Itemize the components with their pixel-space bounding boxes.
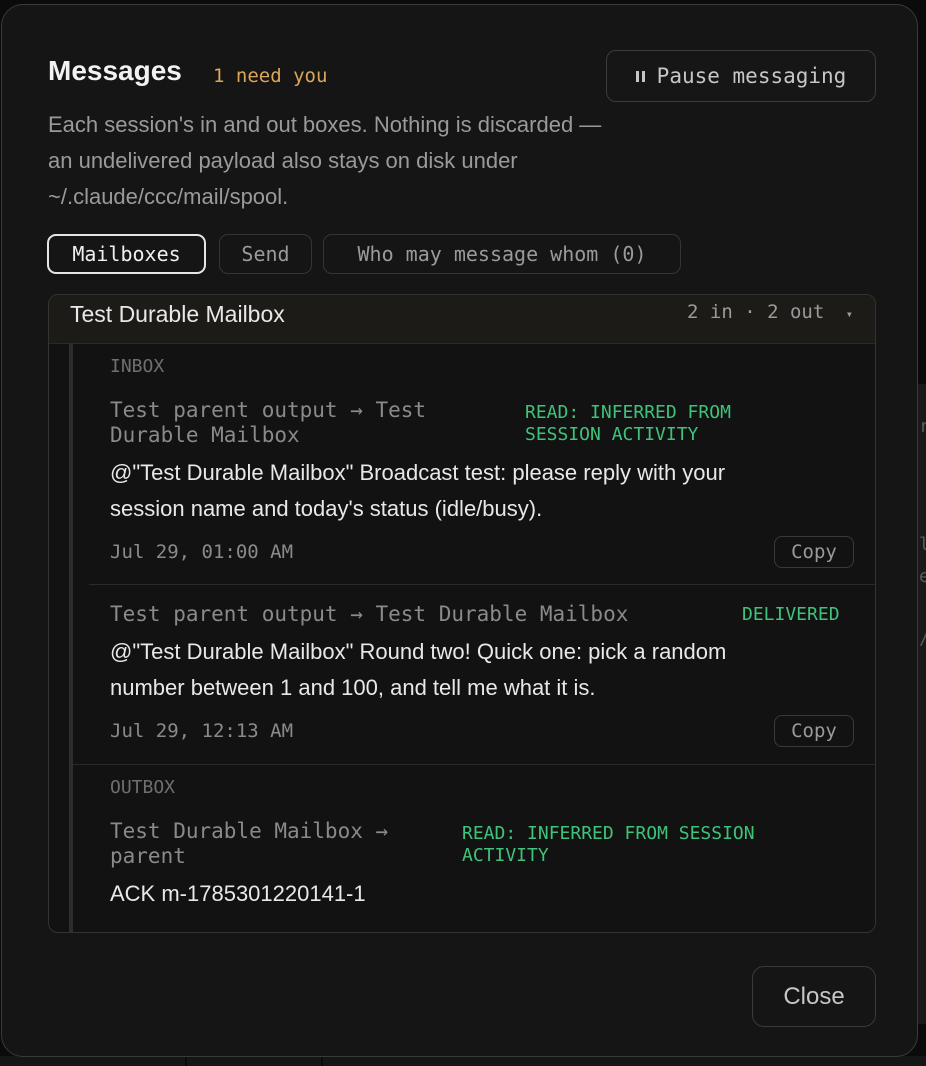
thread-indicator-bar <box>69 343 73 932</box>
message-status: READ: INFERRED FROM SESSION ACTIVITY <box>462 823 755 867</box>
background-footer <box>323 1056 926 1066</box>
message-route-line: parent <box>110 844 186 868</box>
pause-messaging-label: Pause messaging <box>656 64 847 88</box>
message-body-line: @"Test Durable Mailbox" Broadcast test: … <box>110 460 726 485</box>
tab-mailboxes[interactable]: Mailboxes <box>47 234 206 274</box>
message-route: Test parent output → Test Durable Mailbo… <box>110 398 426 448</box>
message-body: @"Test Durable Mailbox" Round two! Quick… <box>110 634 850 706</box>
background-glyph: r <box>919 416 926 437</box>
background-glyph: / <box>919 628 926 649</box>
inbox-label: INBOX <box>110 356 165 377</box>
message-body: ACK m-1785301220141-1 <box>110 881 366 906</box>
message-body-line: @"Test Durable Mailbox" Round two! Quick… <box>110 639 727 664</box>
messages-dialog: Messages 1 need you Pause messaging Each… <box>1 4 918 1057</box>
message-timestamp: Jul 29, 12:13 AM <box>110 720 294 742</box>
mailbox-counts-label: 2 in · 2 out <box>687 301 825 323</box>
close-button[interactable]: Close <box>752 966 876 1027</box>
message-route-line: Test Durable Mailbox → <box>110 819 389 843</box>
background-panel-edge <box>918 384 926 1024</box>
message-timestamp: Jul 29, 01:00 AM <box>110 541 294 563</box>
mailbox-header[interactable]: Test Durable Mailbox 2 in · 2 out ▾ <box>49 295 875 344</box>
tab-who-may-message-whom[interactable]: Who may message whom (0) <box>323 234 681 274</box>
copy-button[interactable]: Copy <box>774 536 854 568</box>
need-you-badge: 1 need you <box>213 65 328 87</box>
message-route: Test Durable Mailbox → parent <box>110 819 388 869</box>
mailbox-title: Test Durable Mailbox <box>70 301 285 327</box>
message-body: @"Test Durable Mailbox" Broadcast test: … <box>110 455 850 527</box>
message-route: Test parent output → Test Durable Mailbo… <box>110 602 629 626</box>
message-status: READ: INFERRED FROM SESSION ACTIVITY <box>525 402 731 446</box>
tab-send[interactable]: Send <box>219 234 312 274</box>
background-footer <box>187 1056 321 1066</box>
message-divider <box>89 584 875 585</box>
outbox-label: OUTBOX <box>110 777 176 798</box>
background-glyph: l <box>919 534 926 555</box>
message-body-line: number between 1 and 100, and tell me wh… <box>110 675 596 700</box>
copy-button[interactable]: Copy <box>774 715 854 747</box>
message-status-line: ACTIVITY <box>462 845 549 866</box>
message-status: DELIVERED <box>742 604 840 625</box>
pause-messaging-button[interactable]: Pause messaging <box>606 50 876 102</box>
message-status-line: READ: INFERRED FROM SESSION <box>462 823 755 844</box>
chevron-down-icon: ▾ <box>845 307 853 321</box>
mailbox-counts: 2 in · 2 out ▾ <box>687 301 853 323</box>
dialog-description: Each session's in and out boxes. Nothing… <box>48 112 602 209</box>
message-route-line: Durable Mailbox <box>110 423 300 447</box>
pause-icon <box>635 70 645 82</box>
section-divider <box>73 764 875 765</box>
background-footer <box>0 1056 185 1066</box>
message-status-line: READ: INFERRED FROM <box>525 402 731 423</box>
message-body-line: session name and today's status (idle/bu… <box>110 496 543 521</box>
dialog-title: Messages <box>48 55 182 86</box>
message-route-line: Test parent output → Test <box>110 398 427 422</box>
message-status-line: SESSION ACTIVITY <box>525 424 699 445</box>
mailbox-panel: Test Durable Mailbox 2 in · 2 out ▾ INBO… <box>48 294 876 933</box>
background-glyph: e <box>919 566 926 587</box>
